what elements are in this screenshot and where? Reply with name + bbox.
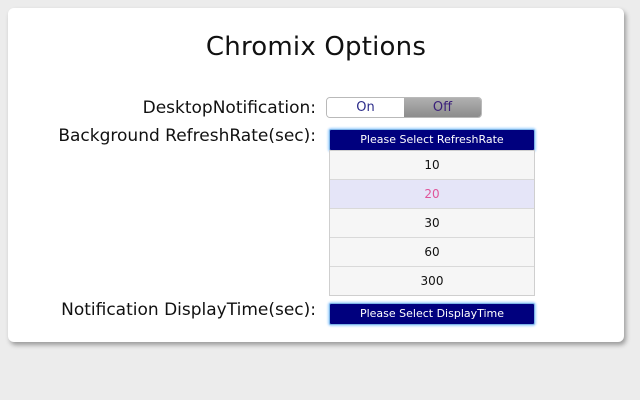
options-panel: Chromix Options DesktopNotification: On … (8, 8, 624, 342)
refresh-rate-option[interactable]: 30 (330, 209, 534, 238)
toggle-on-option[interactable]: On (327, 98, 404, 117)
page-title: Chromix Options (205, 32, 427, 62)
refresh-rate-select-button[interactable]: Please Select RefreshRate (329, 129, 535, 151)
refresh-rate-option[interactable]: 60 (330, 238, 534, 267)
refresh-rate-options-list: 10 20 30 60 300 (329, 150, 535, 296)
toggle-off-option[interactable]: Off (404, 98, 481, 117)
display-time-select-button[interactable]: Please Select DisplayTime (329, 303, 535, 325)
refresh-rate-label: Background RefreshRate(sec): (58, 126, 316, 146)
display-time-label: Notification DisplayTime(sec): (61, 300, 316, 320)
refresh-rate-option[interactable]: 10 (330, 151, 534, 180)
desktop-notification-toggle[interactable]: On Off (326, 97, 482, 118)
desktop-notification-label: DesktopNotification: (142, 98, 316, 118)
refresh-rate-option[interactable]: 300 (330, 267, 534, 295)
refresh-rate-option-selected[interactable]: 20 (330, 180, 534, 209)
